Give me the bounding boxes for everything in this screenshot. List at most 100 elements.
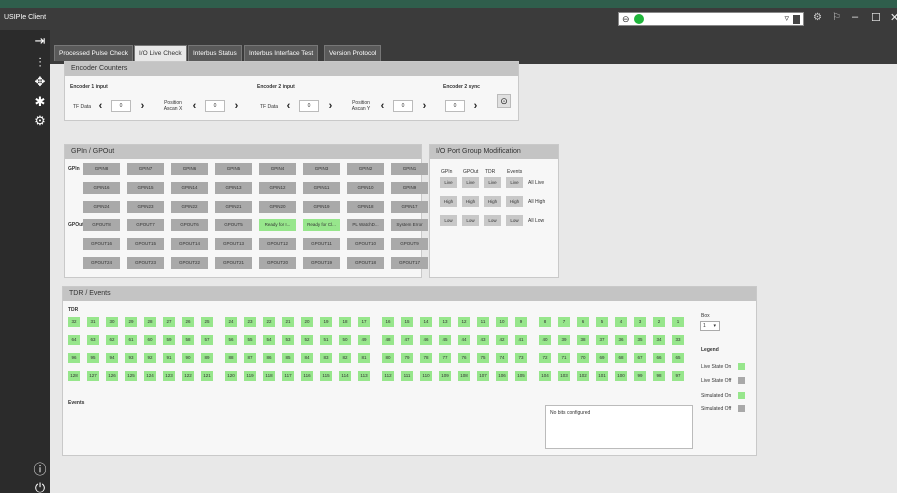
gpout-button[interactable]: GPOUT22 [171, 257, 208, 269]
tdr-bit[interactable]: 16 [382, 317, 394, 327]
tdr-bit[interactable]: 119 [244, 371, 256, 381]
tdr-bit[interactable]: 27 [163, 317, 175, 327]
minimize-icon[interactable]: – [852, 11, 858, 23]
tdr-bit[interactable]: 118 [263, 371, 275, 381]
tdr-bit[interactable]: 81 [358, 353, 370, 363]
tdr-bit[interactable]: 9 [515, 317, 527, 327]
tdr-bit[interactable]: 114 [339, 371, 351, 381]
gpin-button[interactable]: GPIN13 [215, 182, 252, 194]
gpout-button[interactable]: Ready for I... [259, 219, 296, 231]
tdr-bit[interactable]: 42 [496, 335, 508, 345]
gpout-button[interactable]: GPOUT21 [215, 257, 252, 269]
tdr-bit[interactable]: 122 [182, 371, 194, 381]
tdr-bit[interactable]: 110 [420, 371, 432, 381]
gpin-button[interactable]: GPIN10 [347, 182, 384, 194]
tdr-bit[interactable]: 7 [558, 317, 570, 327]
tdr-bit[interactable]: 106 [496, 371, 508, 381]
reset-icon[interactable]: ⊙ [497, 94, 511, 108]
tdr-bit[interactable]: 125 [125, 371, 137, 381]
encoder1-pos-decrement[interactable]: ‹ [189, 100, 200, 112]
tdr-bit[interactable]: 20 [301, 317, 313, 327]
tdr-bit[interactable]: 54 [263, 335, 275, 345]
port-low-button[interactable]: Low [484, 215, 501, 226]
tdr-bit[interactable]: 78 [420, 353, 432, 363]
encoder2-pos-increment[interactable]: › [419, 100, 430, 112]
tdr-bit[interactable]: 116 [301, 371, 313, 381]
gpin-button[interactable]: GPIN8 [83, 163, 120, 175]
tdr-bit[interactable]: 76 [458, 353, 470, 363]
tdr-bit[interactable]: 80 [382, 353, 394, 363]
tdr-bit[interactable]: 40 [539, 335, 551, 345]
tdr-bit[interactable]: 4 [615, 317, 627, 327]
tdr-bit[interactable]: 19 [320, 317, 332, 327]
tdr-bit[interactable]: 83 [320, 353, 332, 363]
encoder1-pos-value[interactable]: 0 [205, 100, 225, 112]
tdr-bit[interactable]: 17 [358, 317, 370, 327]
gpout-button[interactable]: GPOUT17 [391, 257, 428, 269]
tdr-bit[interactable]: 75 [477, 353, 489, 363]
tdr-bit[interactable]: 93 [125, 353, 137, 363]
tdr-bit[interactable]: 63 [87, 335, 99, 345]
tdr-bit[interactable]: 62 [106, 335, 118, 345]
bug-icon[interactable]: ✱ [31, 95, 49, 109]
tdr-bit[interactable]: 113 [358, 371, 370, 381]
tdr-bit[interactable]: 127 [87, 371, 99, 381]
tdr-bit[interactable]: 41 [515, 335, 527, 345]
port-low-button[interactable]: Low [440, 215, 457, 226]
tdr-bit[interactable]: 26 [182, 317, 194, 327]
tdr-bit[interactable]: 51 [320, 335, 332, 345]
gpout-button[interactable]: GPOUT7 [127, 219, 164, 231]
tdr-bit[interactable]: 89 [201, 353, 213, 363]
tdr-bit[interactable]: 111 [401, 371, 413, 381]
tdr-bit[interactable]: 79 [401, 353, 413, 363]
gpout-button[interactable]: GPOUT12 [259, 238, 296, 250]
box-select[interactable]: 1 ▾ [700, 321, 720, 331]
tdr-bit[interactable]: 5 [596, 317, 608, 327]
tdr-bit[interactable]: 32 [68, 317, 80, 327]
tdr-bit[interactable]: 103 [558, 371, 570, 381]
tdr-bit[interactable]: 92 [144, 353, 156, 363]
tdr-bit[interactable]: 39 [558, 335, 570, 345]
gpout-button[interactable]: GPOUT16 [83, 238, 120, 250]
gpin-button[interactable]: GPIN2 [347, 163, 384, 175]
tdr-bit[interactable]: 43 [477, 335, 489, 345]
tdr-bit[interactable]: 18 [339, 317, 351, 327]
tab-processed-pulse-check[interactable]: Processed Pulse Check [54, 45, 134, 61]
tdr-bit[interactable]: 107 [477, 371, 489, 381]
port-high-button[interactable]: High [506, 196, 523, 207]
tdr-bit[interactable]: 56 [225, 335, 237, 345]
gpin-button[interactable]: GPIN12 [259, 182, 296, 194]
flag-icon[interactable]: ⚐ [832, 12, 841, 24]
gear-icon[interactable]: ⚙ [31, 114, 49, 128]
tdr-bit[interactable]: 98 [653, 371, 665, 381]
port-live-button[interactable]: Live [506, 177, 523, 188]
port-all-live-button[interactable]: All Live [528, 180, 544, 186]
tdr-bit[interactable]: 85 [282, 353, 294, 363]
tdr-bit[interactable]: 2 [653, 317, 665, 327]
port-live-button[interactable]: Live [484, 177, 501, 188]
tdr-bit[interactable]: 94 [106, 353, 118, 363]
port-low-button[interactable]: Low [506, 215, 523, 226]
power-icon[interactable]: ⏻ [31, 481, 49, 493]
tdr-bit[interactable]: 10 [496, 317, 508, 327]
gpout-button[interactable]: GPOUT13 [215, 238, 252, 250]
tdr-bit[interactable]: 104 [539, 371, 551, 381]
tdr-bit[interactable]: 123 [163, 371, 175, 381]
tdr-bit[interactable]: 34 [653, 335, 665, 345]
tdr-bit[interactable]: 60 [144, 335, 156, 345]
tdr-bit[interactable]: 52 [301, 335, 313, 345]
gpout-button[interactable]: GPOUT10 [347, 238, 384, 250]
tdr-bit[interactable]: 96 [68, 353, 80, 363]
port-high-button[interactable]: High [462, 196, 479, 207]
gpin-button[interactable]: GPIN6 [171, 163, 208, 175]
gpout-button[interactable]: GPOUT24 [83, 257, 120, 269]
gpout-button[interactable]: Ready for Cl... [303, 219, 340, 231]
tdr-bit[interactable]: 64 [68, 335, 80, 345]
encoder2-sync-increment[interactable]: › [470, 100, 481, 112]
tdr-bit[interactable]: 49 [358, 335, 370, 345]
tdr-bit[interactable]: 15 [401, 317, 413, 327]
tab-interbus-status[interactable]: Interbus Status [188, 45, 242, 61]
tdr-bit[interactable]: 101 [596, 371, 608, 381]
tdr-bit[interactable]: 14 [420, 317, 432, 327]
gpin-button[interactable]: GPIN20 [259, 201, 296, 213]
